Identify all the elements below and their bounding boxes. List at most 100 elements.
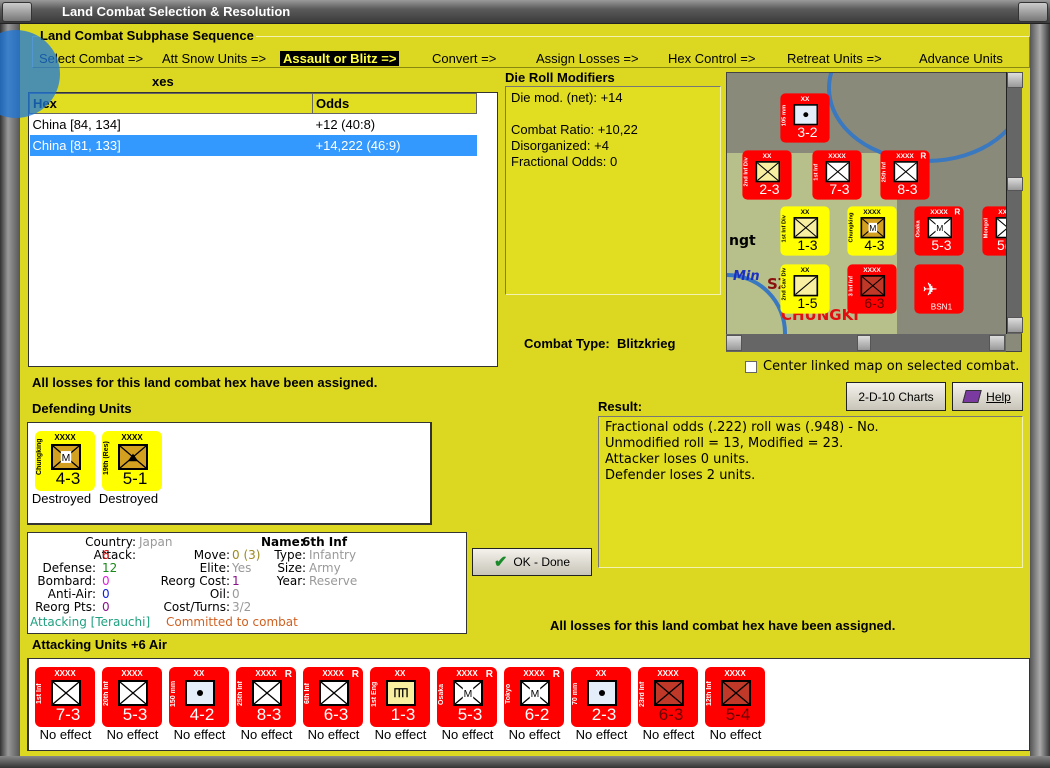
unit-strength: 1-5 [797,295,818,312]
unit-counter[interactable]: XXXX R Tokyo M 6-2 [504,667,564,727]
scroll-thumb[interactable] [1007,177,1023,191]
unit-type-inf-used-icon [721,680,751,706]
map-river [827,73,1021,163]
result-line: Defender loses 2 units. [605,468,756,483]
unit-counter[interactable]: XXXX 1st Inf 7-3 [35,667,95,727]
column-header-hex[interactable]: Hex [29,93,313,114]
ok-done-button[interactable]: ✔ OK - Done [472,548,592,576]
step-retreat-units[interactable]: Retreat Units => [787,51,882,66]
unit-status: No effect [173,727,226,742]
unit-counter[interactable]: XXXX R Osaka M 5-3 [914,206,964,256]
unit-strength: 5-1 [122,469,148,488]
unit-counter[interactable]: XXXX 23rd Inf 6-3 [638,667,698,727]
unit-counter[interactable]: XXXX R 25th Inf 8-3 [880,150,930,200]
subphase-sequence-title: Land Combat Subphase Sequence [38,28,256,43]
unit-type-inf-icon [319,680,349,706]
window-close-button[interactable] [1018,2,1048,22]
linked-map[interactable]: Min SZEC CHUNGKI ngt XX105 mm3-2XX2nd In… [726,72,1022,352]
unit-counter[interactable]: XXXX R 6th Inf 6-3 [303,667,363,727]
unit-strength: 4-2 [189,705,215,724]
center-map-checkbox[interactable] [745,361,757,373]
unit-counter[interactable]: XXXX 1st Inf 7-3 [812,150,862,200]
svg-text:M: M [531,689,540,700]
unit-type-mech-icon: M [927,217,953,239]
step-advance-units[interactable]: Advance Units [919,51,1003,66]
unit-status: No effect [240,727,293,742]
unit-type-mech-icon: M [453,680,483,706]
unit-status: No effect [709,727,762,742]
losses-message-bottom: All losses for this land combat hex have… [550,618,896,633]
unit-status: No effect [575,727,628,742]
scroll-up-button[interactable] [1007,72,1023,88]
unit-strength: 1-3 [797,237,818,254]
help-button[interactable]: Help [952,382,1023,411]
charts-button-label: 2-D-10 Charts [858,389,934,404]
table-row-selected[interactable]: China [81, 133] +14,222 (46:9) [29,134,477,156]
window-frame-left [0,24,20,768]
unit-status: No effect [642,727,695,742]
unit-counter[interactable]: XX 150 mm 4-2 [169,667,229,727]
modifier-spacer [511,106,715,122]
map-vertical-scrollbar[interactable] [1006,72,1023,334]
charts-button[interactable]: 2-D-10 Charts [846,382,946,411]
combat-type: Combat Type: Blitzkrieg [524,336,675,351]
committed-status: Committed to combat [166,615,298,629]
column-header-odds[interactable]: Odds [312,93,477,114]
unit-type-art-icon [793,104,819,126]
unit-strength: 6-3 [323,705,349,724]
reorg-pts-label: Reorg Pts: [35,600,96,614]
unit-counter[interactable]: XXXX 12th Inf 5-4 [705,667,765,727]
step-assault-or-blitz[interactable]: Assault or Blitz => [280,51,400,66]
title-bar: Land Combat Selection & Resolution [0,0,1050,24]
unit-strength: 8-3 [897,181,918,198]
unit-strength: 7-3 [55,705,81,724]
unit-counter[interactable]: XX 1st Inf Div 1-3 [780,206,830,256]
result-line: Attacker loses 0 units. [605,452,750,467]
window-menu-button[interactable] [2,2,32,22]
step-assign-losses[interactable]: Assign Losses => [536,51,639,66]
modifier-disorganized: Disorganized: +4 [511,138,609,153]
unit-counter[interactable]: XX 2nd Cav Div 1-5 [780,264,830,314]
reserve-marker: R [552,669,560,680]
unit-status: Destroyed [31,491,92,506]
unit-counter[interactable]: XXXX R Osaka M 5-3 [437,667,497,727]
scroll-down-button[interactable] [1007,317,1023,333]
unit-info-panel: Country: Japan Attack: 6 Defense: 12 Bombar… [27,532,467,634]
unit-counter[interactable]: XX 70 mm 2-3 [571,667,631,727]
table-row[interactable]: China [84, 134] +12 (40:8) [30,114,477,135]
center-map-label[interactable]: Center linked map on selected combat. [763,359,1019,374]
step-convert[interactable]: Convert => [432,51,496,66]
country-value: Japan [139,535,173,549]
defending-units-title: Defending Units [32,401,132,416]
unit-type-eng-icon [386,680,416,706]
ok-done-label: OK - Done [513,555,571,569]
cost-turns-label: Cost/Turns: [163,600,230,614]
unit-status: Destroyed [98,491,159,506]
modifier-combat-ratio: Combat Ratio: +10,22 [511,122,638,137]
unit-strength: 3-2 [797,124,818,141]
unit-counter[interactable]: XX 1st Eng 1-3 [370,667,430,727]
hexes-title: xes [152,74,174,89]
unit-counter[interactable]: XXXX R 25th Inf 8-3 [236,667,296,727]
hex-cell: China [84, 134] [32,116,121,132]
unit-strength: 5-3 [457,705,483,724]
unit-counter[interactable]: XXXX 20th Inf 5-3 [102,667,162,727]
hexes-list[interactable]: HexOdds China [84, 134] +12 (40:8) China … [28,92,498,367]
window-frame-right [1030,24,1050,768]
unit-counter[interactable]: XX 105 mm 3-2 [780,93,830,143]
scroll-left-button[interactable] [726,335,742,351]
step-hex-control[interactable]: Hex Control => [668,51,755,66]
unit-counter[interactable]: XX 2nd Inf Div 2-3 [742,150,792,200]
unit-counter[interactable]: XXXX Chungking M 4-3 [35,431,95,491]
step-att-snow-units[interactable]: Att Snow Units => [162,51,266,66]
unit-type-mech-icon: M [51,444,81,470]
unit-type-art-icon [185,680,215,706]
scroll-thumb[interactable] [857,335,871,351]
svg-text:M: M [869,223,876,233]
unit-counter[interactable]: XXXX 3 Inf Inf 6-3 [847,264,897,314]
unit-counter[interactable]: XXXX 19th (Res) 5-1 [102,431,162,491]
unit-counter[interactable]: XXXX Chungking M 4-3 [847,206,897,256]
unit-counter[interactable]: ✈ BSN1 [914,264,964,314]
scroll-right-button[interactable] [989,335,1005,351]
map-horizontal-scrollbar[interactable] [726,334,1006,352]
